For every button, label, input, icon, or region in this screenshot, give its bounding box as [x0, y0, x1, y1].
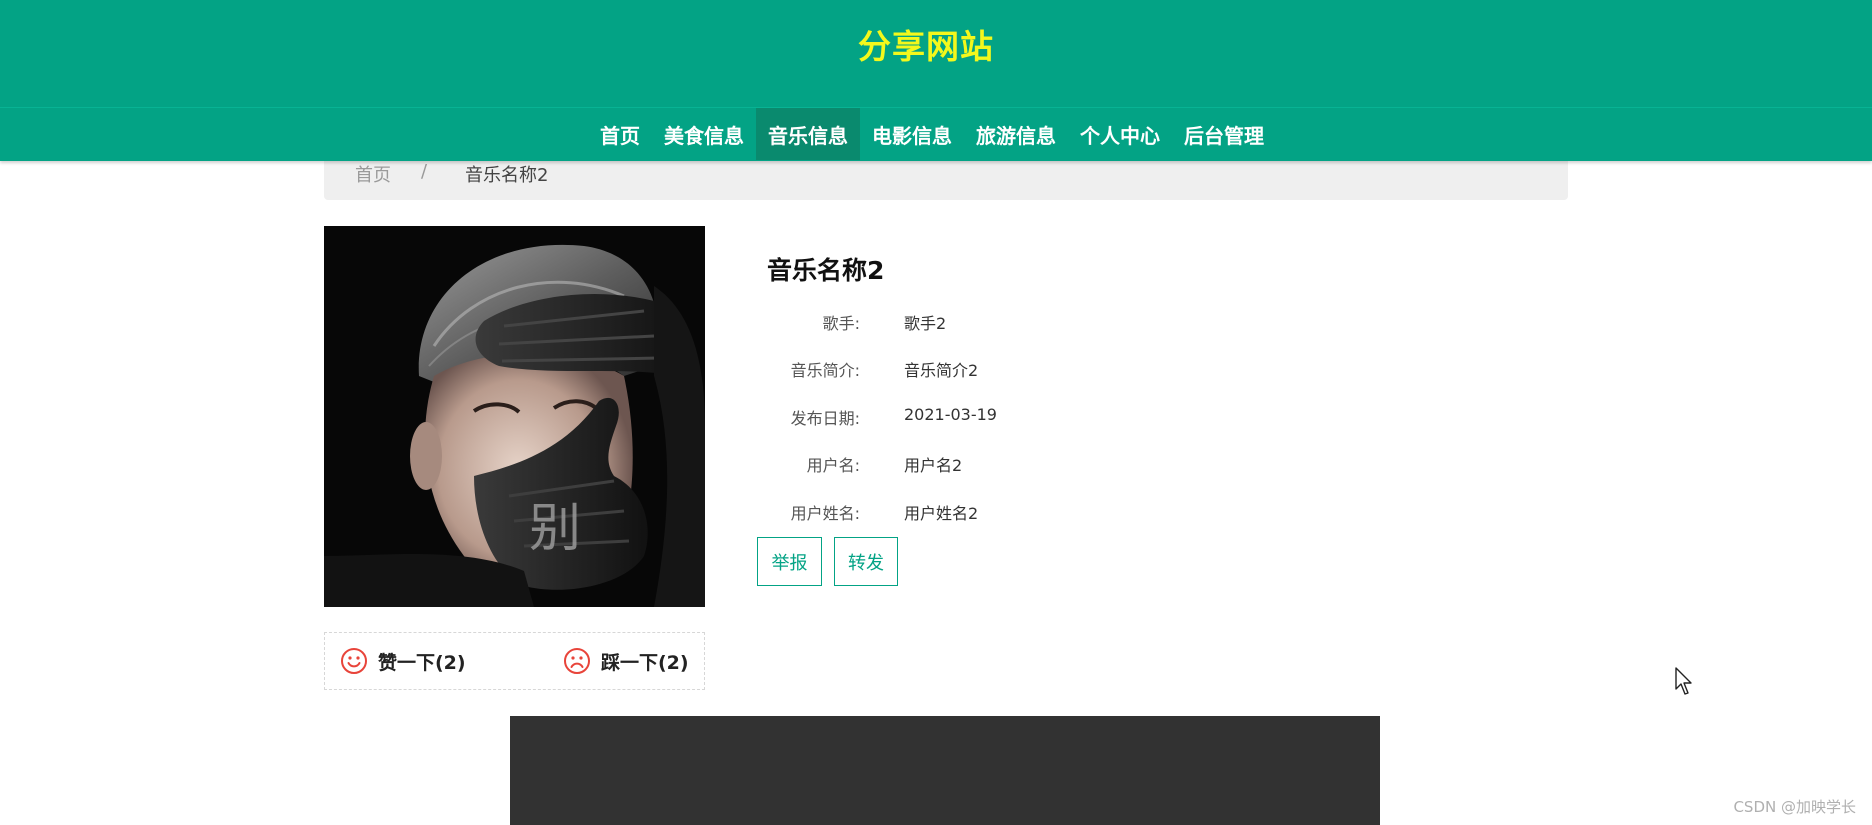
field-label-username: 用户名: [806, 456, 860, 475]
watermark: CSDN @加映学长 [1733, 798, 1856, 816]
frown-icon [564, 648, 590, 674]
dislike-label: 踩一下(2) [601, 651, 689, 674]
music-title: 音乐名称2 [767, 256, 885, 285]
forward-button[interactable]: 转发 [834, 537, 898, 586]
field-label-singer: 歌手: [822, 314, 860, 333]
site-title: 分享网站 [858, 27, 994, 66]
field-value-singer: 歌手2 [904, 314, 947, 333]
field-label-date: 发布日期: [790, 409, 860, 428]
nav-item-movie[interactable]: 电影信息 [860, 108, 964, 160]
dislike-button[interactable]: 踩一下(2) [563, 646, 689, 676]
field-value-username: 用户名2 [904, 456, 963, 475]
breadcrumb-separator: / [421, 161, 428, 182]
page: 分享网站 首页 美食信息 音乐信息 电影信息 旅游信息 个人中心 后台管理 首页… [0, 0, 1872, 825]
media-player[interactable] [510, 716, 1380, 825]
main-nav: 首页 美食信息 音乐信息 电影信息 旅游信息 个人中心 后台管理 [0, 107, 1872, 162]
breadcrumb-home-link[interactable]: 首页 [355, 161, 391, 187]
cover-overlay-text: 别 [529, 499, 581, 559]
field-value-intro: 音乐简介2 [904, 361, 979, 380]
breadcrumb-current: 音乐名称2 [465, 165, 549, 186]
smile-icon [341, 648, 367, 674]
vote-box: 赞一下(2) 踩一下(2) [324, 632, 705, 690]
nav-item-travel[interactable]: 旅游信息 [964, 108, 1068, 160]
field-label-fullname: 用户姓名: [790, 504, 860, 523]
nav-item-food[interactable]: 美食信息 [652, 108, 756, 160]
nav-item-home[interactable]: 首页 [588, 108, 652, 160]
nav-items: 首页 美食信息 音乐信息 电影信息 旅游信息 个人中心 后台管理 [588, 108, 1276, 160]
report-button[interactable]: 举报 [757, 537, 822, 586]
cover-artwork: 别 [324, 226, 705, 607]
music-cover-image: 别 [324, 226, 705, 607]
nav-item-admin[interactable]: 后台管理 [1172, 108, 1276, 160]
field-label-intro: 音乐简介: [790, 361, 860, 380]
nav-item-music[interactable]: 音乐信息 [756, 108, 860, 160]
like-button[interactable]: 赞一下(2) [340, 646, 466, 676]
nav-item-profile[interactable]: 个人中心 [1068, 108, 1172, 160]
site-header: 分享网站 首页 美食信息 音乐信息 电影信息 旅游信息 个人中心 后台管理 [0, 0, 1872, 161]
like-label: 赞一下(2) [378, 651, 466, 674]
field-value-fullname: 用户姓名2 [904, 504, 979, 523]
field-value-date: 2021-03-19 [904, 405, 997, 424]
mouse-cursor-icon [1675, 667, 1692, 695]
